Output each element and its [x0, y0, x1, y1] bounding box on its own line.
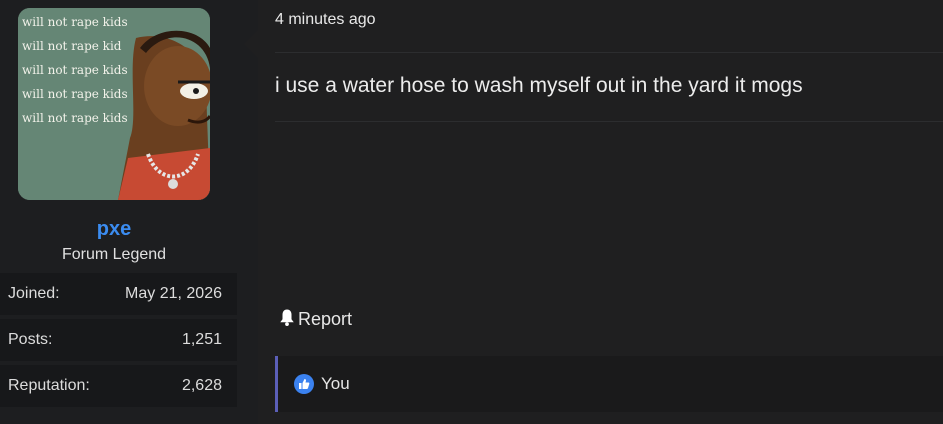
post-content: i use a water hose to wash myself out in…	[275, 74, 803, 97]
stat-value: 2,628	[181, 377, 222, 394]
reaction-users[interactable]: You	[321, 374, 350, 394]
post-body: 4 minutes ago i use a water hose to wash…	[244, 0, 943, 424]
stat-row-joined: Joined: May 21, 2026	[0, 273, 237, 315]
avatar-text-line: will not rape kids	[22, 63, 128, 77]
report-button[interactable]: Report	[278, 308, 352, 331]
stat-label: Reputation:	[8, 377, 90, 394]
post-arrow	[244, 30, 258, 58]
stat-row-reputation: Reputation: 2,628	[0, 365, 237, 407]
post-timestamp[interactable]: 4 minutes ago	[275, 11, 376, 29]
divider	[275, 52, 943, 53]
avatar-text-line: will not rape kids	[22, 15, 128, 29]
stat-label: Joined:	[8, 285, 60, 302]
avatar-text-line: will not rape kid	[22, 39, 122, 53]
stat-row-posts: Posts: 1,251	[0, 319, 237, 361]
avatar-text-line: will not rape kids	[22, 111, 128, 125]
stat-value: 1,251	[181, 331, 222, 348]
avatar[interactable]: will not rape kids will not rape kid wil…	[18, 8, 210, 200]
avatar-text-line: will not rape kids	[22, 87, 128, 101]
divider	[275, 121, 943, 122]
user-panel: will not rape kids will not rape kid wil…	[0, 0, 258, 424]
report-label: Report	[298, 309, 353, 329]
stat-label: Posts:	[8, 331, 53, 348]
bell-icon	[278, 308, 298, 331]
stat-value: May 21, 2026	[125, 285, 222, 302]
username[interactable]: pxe	[0, 218, 228, 241]
avatar-image: will not rape kids will not rape kid wil…	[18, 8, 210, 200]
reactions-bar[interactable]: You	[275, 356, 943, 412]
user-title: Forum Legend	[61, 246, 167, 263]
thumbs-up-icon	[294, 374, 314, 394]
